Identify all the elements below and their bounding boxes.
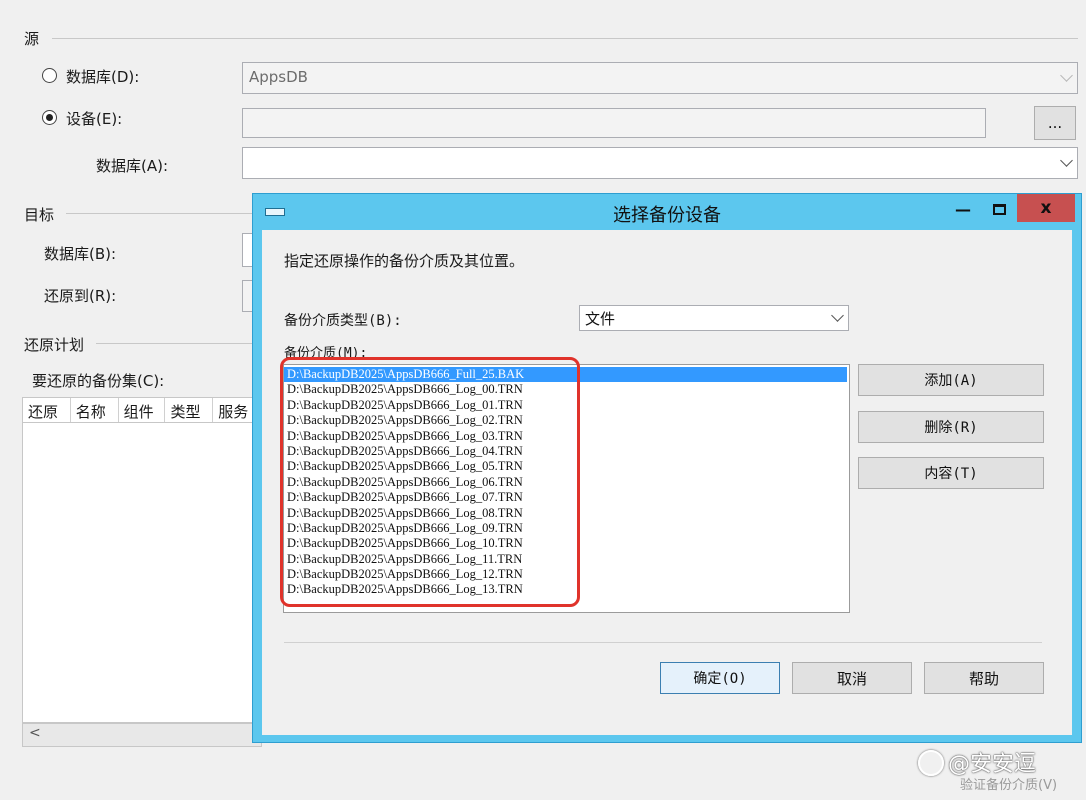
- device-database-label: 数据库(A):: [96, 157, 169, 175]
- ok-button[interactable]: 确定(O): [660, 662, 780, 694]
- restore-to-label: 还原到(R):: [44, 287, 117, 305]
- column-restore[interactable]: 还原: [23, 398, 71, 422]
- chevron-down-icon: [1060, 154, 1073, 167]
- target-section-title: 目标: [24, 206, 55, 224]
- maximize-button[interactable]: [983, 196, 1015, 222]
- remove-button[interactable]: 删除(R): [858, 411, 1044, 443]
- backup-sets-scrollbar[interactable]: <: [22, 723, 262, 747]
- media-type-label: 备份介质类型(B):: [284, 313, 402, 329]
- maximize-icon: [992, 203, 1006, 215]
- column-component[interactable]: 组件: [119, 398, 166, 422]
- backup-sets-grid[interactable]: [22, 423, 262, 723]
- browse-button[interactable]: ...: [1034, 106, 1076, 140]
- backup-sets-label: 要还原的备份集(C):: [32, 372, 165, 390]
- target-database-label: 数据库(B):: [44, 245, 117, 263]
- backup-sets-grid-header: 还原 名称 组件 类型 服务: [22, 397, 262, 423]
- source-divider: [52, 38, 1078, 39]
- device-path-field[interactable]: [242, 108, 986, 138]
- column-type[interactable]: 类型: [165, 398, 214, 422]
- chevron-down-icon: [831, 309, 844, 322]
- device-database-select[interactable]: [242, 147, 1078, 179]
- media-type-select[interactable]: 文件: [579, 305, 849, 331]
- database-radio[interactable]: [42, 68, 57, 83]
- contents-button[interactable]: 内容(T): [858, 457, 1044, 489]
- source-section-title: 源: [24, 30, 40, 48]
- plan-divider: [96, 343, 252, 344]
- database-radio-label: 数据库(D):: [66, 68, 140, 86]
- plan-section-title: 还原计划: [24, 336, 85, 354]
- cancel-button[interactable]: 取消: [792, 662, 912, 694]
- watermark-text: @安安逗: [948, 752, 1037, 777]
- dialog-divider: [284, 642, 1042, 643]
- scroll-left-arrow-icon[interactable]: <: [29, 725, 41, 741]
- highlight-annotation-box: [280, 357, 580, 607]
- dialog-instruction: 指定还原操作的备份介质及其位置。: [284, 252, 525, 270]
- column-name[interactable]: 名称: [71, 398, 119, 422]
- dialog-titlebar[interactable]: 选择备份设备 — x: [253, 194, 1081, 230]
- media-type-value: 文件: [585, 310, 616, 328]
- minimize-button[interactable]: —: [947, 196, 979, 222]
- source-database-select[interactable]: AppsDB: [242, 62, 1078, 94]
- watermark-logo-icon: [918, 750, 944, 776]
- close-button[interactable]: x: [1017, 194, 1075, 222]
- help-button[interactable]: 帮助: [924, 662, 1044, 694]
- target-divider: [66, 213, 252, 214]
- device-radio-label: 设备(E):: [66, 110, 123, 128]
- device-radio[interactable]: [42, 110, 57, 125]
- chevron-down-icon: [1060, 69, 1073, 82]
- source-database-value: AppsDB: [249, 68, 308, 86]
- add-button[interactable]: 添加(A): [858, 364, 1044, 396]
